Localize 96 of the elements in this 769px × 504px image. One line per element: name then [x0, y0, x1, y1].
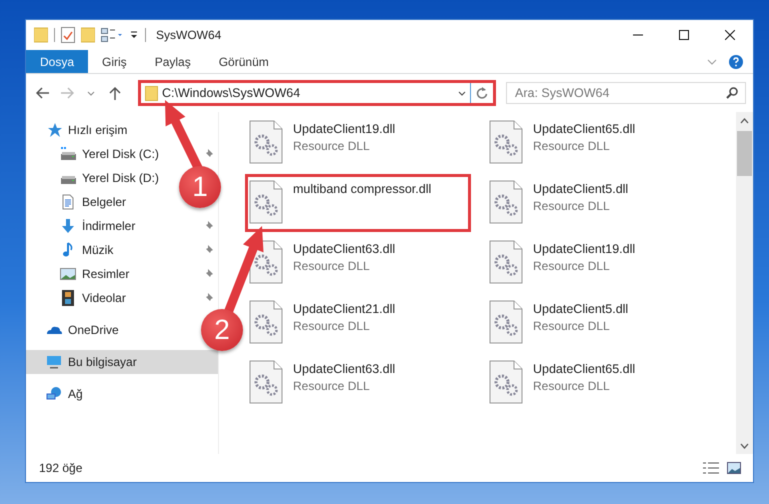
dropdown-icon[interactable]	[129, 30, 139, 40]
chevron-down-icon	[458, 90, 466, 96]
file-type: Resource DLL	[293, 259, 371, 273]
file-item[interactable]: multiband compressor.dll	[245, 174, 471, 232]
file-name: UpdateClient65.dll	[533, 122, 636, 136]
file-type: Resource DLL	[293, 139, 371, 153]
file-type: Resource DLL	[293, 319, 371, 333]
file-name: UpdateClient21.dll	[293, 302, 396, 316]
nav-label: Bu bilgisayar	[68, 355, 137, 369]
file-item[interactable]: UpdateClient5.dll Resource DLL	[485, 174, 711, 232]
nav-label: Videolar	[82, 291, 126, 305]
file-type: Resource DLL	[293, 379, 371, 393]
refresh-icon	[476, 87, 488, 99]
file-type: Resource DLL	[533, 319, 611, 333]
search-icon	[726, 87, 738, 99]
nav-label: Müzik	[82, 243, 114, 257]
file-name: UpdateClient19.dll	[293, 122, 396, 136]
maximize-icon	[679, 30, 689, 40]
file-type: Resource DLL	[533, 259, 611, 273]
file-name: UpdateClient63.dll	[293, 362, 396, 376]
network-icon	[46, 386, 62, 402]
ribbon-tab[interactable]: Görünüm	[204, 50, 283, 73]
file-name: multiband compressor.dll	[293, 182, 432, 196]
nav-item[interactable]: Resimler	[26, 262, 134, 286]
file-type: Resource DLL	[533, 139, 611, 153]
file-item[interactable]: UpdateClient19.dll Resource DLL	[245, 114, 471, 172]
nav-label: İndirmeler	[82, 219, 136, 233]
gear-file-icon	[489, 180, 523, 224]
search-field[interactable]: Ara: SysWOW64	[506, 82, 746, 104]
nav-item[interactable]: İndirmeler	[26, 214, 140, 238]
file-item[interactable]: UpdateClient65.dll Resource DLL	[485, 114, 711, 172]
gear-file-icon	[249, 180, 283, 224]
chevron-down-icon	[87, 90, 95, 96]
nav-item[interactable]: Yerel Disk (D:)	[26, 166, 163, 190]
nav-item[interactable]: Belgeler	[26, 190, 130, 214]
close-icon	[725, 30, 735, 40]
gear-file-icon	[249, 360, 283, 404]
file-name: UpdateClient5.dll	[533, 182, 628, 196]
nav-label: Resimler	[82, 267, 130, 281]
details-view-icon[interactable]	[703, 462, 719, 474]
scrollbar-thumb[interactable]	[737, 131, 752, 176]
chevron-down-icon[interactable]	[707, 58, 717, 64]
ribbon-tab[interactable]: Dosya	[26, 50, 88, 73]
gear-file-icon	[489, 360, 523, 404]
chevron-up-icon	[740, 118, 749, 124]
gear-file-icon	[249, 300, 283, 344]
ribbon-tab[interactable]: Giriş	[88, 50, 141, 73]
file-item[interactable]: UpdateClient5.dll Resource DLL	[485, 294, 711, 352]
picture-icon	[60, 266, 76, 282]
file-type: Resource DLL	[533, 379, 611, 393]
gear-file-icon	[489, 120, 523, 164]
file-item[interactable]: UpdateClient19.dll Resource DLL	[485, 234, 711, 292]
address-path: C:\Windows\SysWOW64	[162, 86, 300, 100]
nav-label: Yerel Disk (D:)	[82, 171, 159, 185]
forward-arrow-icon	[60, 87, 74, 99]
nav-label: OneDrive	[68, 323, 119, 337]
nav-item[interactable]: Videolar	[26, 286, 130, 310]
nav-label: Hızlı erişim	[68, 123, 128, 137]
help-icon[interactable]	[729, 54, 743, 68]
gear-file-icon	[249, 120, 283, 164]
chevron-down-icon	[740, 442, 749, 448]
file-item[interactable]: UpdateClient65.dll Resource DLL	[485, 354, 711, 412]
document-icon	[60, 194, 76, 210]
nav-item[interactable]: Yerel Disk (C:)	[26, 142, 163, 166]
properties-icon[interactable]	[61, 27, 75, 43]
nav-label: Ağ	[68, 387, 83, 401]
nav-item[interactable]: Müzik	[26, 238, 118, 262]
item-count: 192 öğe	[39, 461, 82, 475]
file-item[interactable]: UpdateClient21.dll Resource DLL	[245, 294, 471, 352]
address-bar[interactable]: C:\Windows\SysWOW64	[138, 80, 496, 106]
file-name: UpdateClient5.dll	[533, 302, 628, 316]
star-icon	[46, 122, 62, 138]
film-icon	[60, 290, 76, 306]
file-type: Resource DLL	[533, 199, 611, 213]
back-arrow-icon	[36, 87, 50, 99]
nav-label: Belgeler	[82, 195, 126, 209]
file-item[interactable]: UpdateClient63.dll Resource DLL	[245, 354, 471, 412]
folder-icon	[145, 86, 158, 100]
window-title: SysWOW64	[156, 28, 222, 42]
nav-item[interactable]: Ağ	[26, 382, 87, 406]
gear-file-icon	[489, 240, 523, 284]
file-name: UpdateClient63.dll	[293, 242, 396, 256]
down-arrow-icon	[60, 218, 76, 234]
drive-icon	[60, 146, 76, 162]
file-name: UpdateClient65.dll	[533, 362, 636, 376]
gear-file-icon	[489, 300, 523, 344]
nav-item[interactable]: Bu bilgisayar	[26, 350, 218, 374]
up-arrow-icon	[109, 86, 121, 100]
view-layout-icon[interactable]	[101, 27, 123, 43]
nav-item[interactable]: OneDrive	[26, 318, 123, 342]
file-name: UpdateClient19.dll	[533, 242, 636, 256]
nav-item[interactable]: Hızlı erişim	[26, 118, 132, 142]
nav-label: Yerel Disk (C:)	[82, 147, 159, 161]
ribbon-tab[interactable]: Paylaş	[140, 50, 205, 73]
large-icons-view-icon[interactable]	[727, 462, 741, 474]
computer-icon	[46, 354, 62, 370]
